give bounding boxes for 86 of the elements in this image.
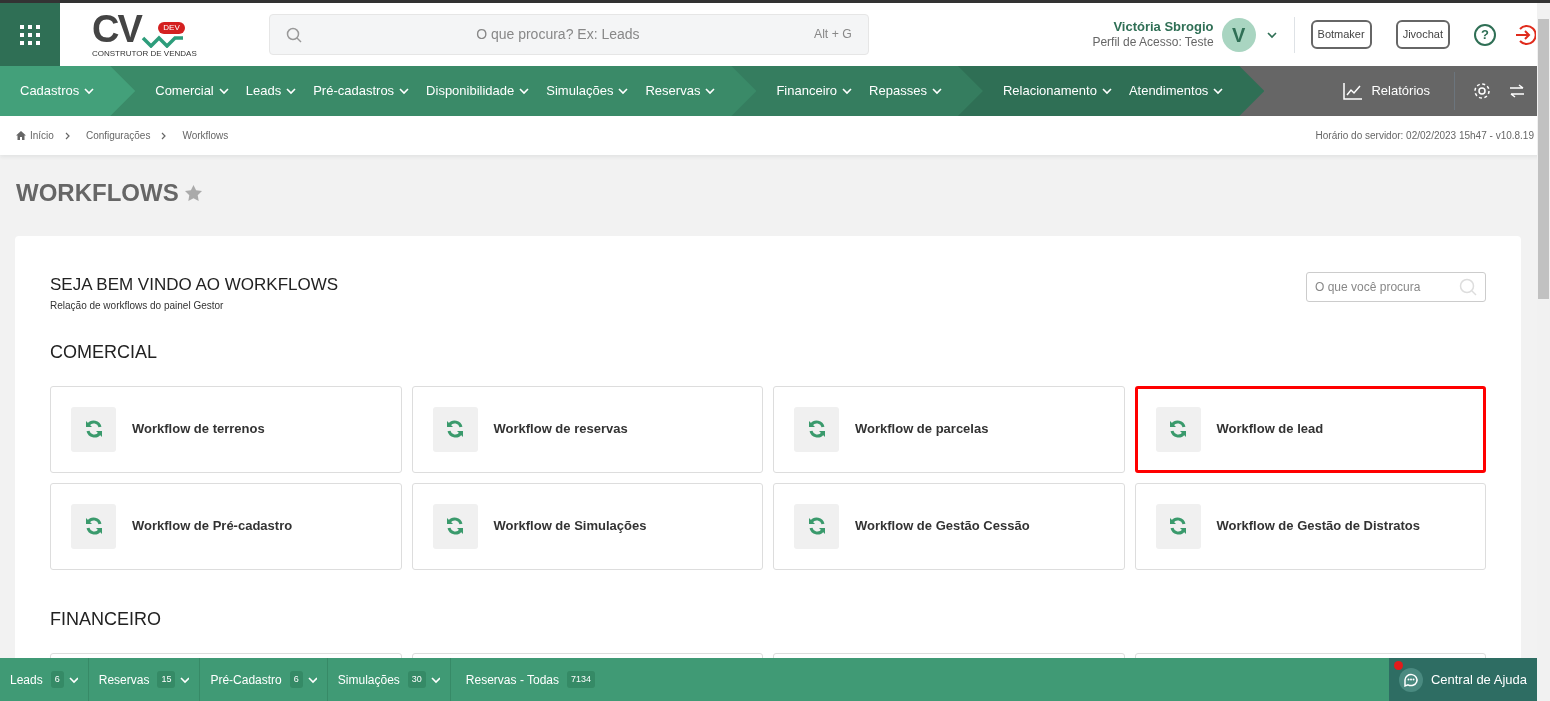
breadcrumb-link[interactable]: Início [30, 128, 54, 143]
workflow-card[interactable]: Workflow de Gestão de Distratos [1134, 482, 1486, 570]
logo[interactable]: CV DEV CONSTRUTOR DE VENDAS [84, 9, 197, 60]
user-name: Victória Sbrogio [1113, 18, 1214, 36]
nav-menu-item[interactable]: Financeiro [776, 81, 854, 101]
user-profile: Perfil de Acesso: Teste [1092, 35, 1214, 51]
bottom-tab[interactable]: Simulações 30 [327, 658, 451, 701]
server-time: Horário do servidor: 02/02/2023 15h47 - v10.8.19 [1315, 129, 1534, 143]
reports-menu-item[interactable]: Relatórios [1343, 81, 1446, 101]
caret-icon[interactable] [1265, 29, 1278, 40]
search-placeholder: O que procura? Ex: Leads [475, 25, 641, 44]
nav-menu-item[interactable]: Repasses [869, 81, 943, 101]
count-badge: 6 [289, 670, 303, 689]
chat-button[interactable]: Jivochat [1395, 20, 1450, 49]
user-avatar[interactable]: V [1221, 17, 1256, 52]
nav-menu-item[interactable]: Relacionamento [1002, 81, 1113, 101]
breadcrumb-link[interactable]: Workflows [182, 128, 229, 143]
nav-menu-item[interactable]: Leads [245, 81, 298, 101]
workflow-card[interactable]: Workflow de lead [1134, 385, 1486, 473]
bottom-tab[interactable]: Reservas - Todas 7134 [450, 658, 606, 701]
help-button[interactable]: ? [1474, 23, 1496, 46]
workflow-card[interactable]: Workflow de Simulações [411, 482, 763, 570]
refresh-icon [1169, 517, 1187, 535]
nav-menu-item[interactable]: Reservas [645, 81, 717, 101]
search-icon [1459, 278, 1477, 296]
caret-icon [518, 86, 531, 96]
count-badge: 30 [407, 670, 426, 689]
refresh-icon [1169, 420, 1187, 438]
nav-menu-item[interactable]: Disponibilidade [426, 81, 531, 101]
search-field[interactable]: O que procura? Ex: Leads Alt + G [268, 14, 869, 55]
chat-bubble-icon [1398, 667, 1423, 692]
caret-icon [1212, 86, 1225, 96]
nav-menu-item[interactable]: Cadastros [20, 81, 96, 101]
nav-menu-item[interactable]: Simulações [546, 81, 630, 101]
line-chart-icon [1343, 82, 1364, 100]
zigzag-logo-icon [140, 33, 185, 48]
count-badge: 7134 [567, 670, 596, 689]
refresh-icon [807, 517, 826, 535]
panel-subtitle: Relação de workflows do painel Gestor [50, 298, 225, 313]
nav-menu-item[interactable]: Pré-cadastros [313, 81, 411, 101]
shortcut-hint: Alt + G [813, 26, 852, 44]
search-icon [285, 26, 302, 43]
apps-menu-button[interactable] [0, 3, 60, 66]
page-title: WORKFLOWS [16, 178, 179, 208]
caret-icon [930, 86, 943, 96]
caret-icon [285, 86, 298, 96]
home-icon [16, 131, 26, 140]
caret-icon [217, 86, 230, 96]
search-field[interactable]: O que você procura [1306, 272, 1486, 302]
caret-icon [704, 86, 717, 96]
help-center-button[interactable]: Central de Ajuda [1388, 658, 1537, 701]
workflow-card[interactable]: Workflow de Pré-cadastro [50, 482, 402, 570]
bottom-tab[interactable]: Reservas 15 [88, 658, 201, 701]
bottom-tab[interactable]: Leads 6 [0, 658, 89, 701]
star-icon[interactable] [184, 185, 202, 201]
workflow-card[interactable]: Workflow de Gestão Cessão [773, 482, 1125, 570]
bottom-tab[interactable]: Pré-Cadastro 6 [200, 658, 328, 701]
workflow-card[interactable]: Workflow de parcelas [773, 385, 1125, 473]
search-placeholder: O que você procura [1315, 279, 1422, 296]
breadcrumb-link[interactable]: Configurações [85, 128, 151, 143]
refresh-icon [807, 420, 826, 438]
caret-icon [841, 86, 854, 96]
caret-icon [398, 86, 411, 96]
workflow-card[interactable]: Workflow de reservas [411, 385, 763, 473]
count-badge: 15 [157, 670, 176, 689]
grid-icon [20, 24, 40, 45]
caret-icon [1100, 86, 1113, 96]
refresh-icon [446, 420, 464, 438]
count-badge: 6 [50, 670, 64, 689]
logout-icon[interactable] [1514, 23, 1536, 46]
swap-icon[interactable] [1509, 84, 1525, 98]
nav-menu-item[interactable]: Atendimentos [1128, 81, 1225, 101]
section-title: FINANCEIRO [50, 607, 162, 631]
workflow-card[interactable]: Workflow de terrenos [50, 385, 402, 473]
caret-icon [83, 86, 96, 96]
refresh-icon [84, 420, 103, 438]
section-title: COMERCIAL [50, 340, 158, 364]
panel-title: SEJA BEM VINDO AO WORKFLOWS [50, 274, 339, 296]
caret-icon [617, 86, 630, 96]
refresh-icon [84, 517, 103, 535]
chevron-icon [63, 131, 72, 140]
settings-icon[interactable] [1473, 82, 1491, 100]
refresh-icon [446, 517, 464, 535]
chat-button[interactable]: Botmaker [1310, 20, 1372, 49]
scrollbar-thumb[interactable] [1538, 19, 1549, 299]
nav-menu-item[interactable]: Comercial [155, 81, 230, 101]
